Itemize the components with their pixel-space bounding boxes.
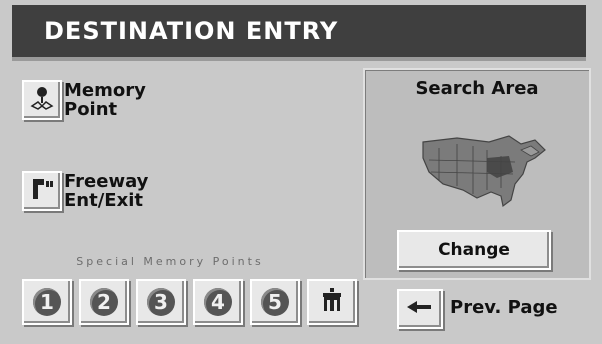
- freeway-ent-exit-button[interactable]: [22, 171, 62, 211]
- memory-point-label[interactable]: Memory Point: [64, 81, 146, 119]
- page-title: DESTINATION ENTRY: [44, 17, 339, 45]
- special-memory-points-label: Special Memory Points: [76, 255, 264, 268]
- home-button[interactable]: [307, 279, 357, 325]
- search-area-panel: Search Area Change: [363, 68, 591, 280]
- special-memory-point-5-button[interactable]: 5: [250, 279, 300, 325]
- number-4-icon: 4: [204, 288, 232, 316]
- special-memory-point-2-button[interactable]: 2: [79, 279, 129, 325]
- arrow-left-icon: [407, 299, 433, 319]
- number-3-icon: 3: [147, 288, 175, 316]
- number-5-icon: 5: [261, 288, 289, 316]
- number-1-icon: 1: [33, 288, 61, 316]
- title-bar: DESTINATION ENTRY: [12, 5, 586, 61]
- special-memory-point-4-button[interactable]: 4: [193, 279, 243, 325]
- special-memory-point-3-button[interactable]: 3: [136, 279, 186, 325]
- home-icon: [318, 286, 346, 318]
- north-america-map-icon: [417, 128, 549, 218]
- special-memory-point-1-button[interactable]: 1: [22, 279, 72, 325]
- destination-entry-screen: DESTINATION ENTRY Memory Point Freeway E…: [0, 0, 602, 344]
- freeway-ent-exit-label[interactable]: Freeway Ent/Exit: [64, 172, 148, 210]
- number-2-icon: 2: [90, 288, 118, 316]
- freeway-exit-icon: [28, 175, 56, 207]
- search-area-title: Search Area: [415, 78, 539, 99]
- prev-page-button[interactable]: [397, 289, 443, 329]
- prev-page-label[interactable]: Prev. Page: [450, 298, 558, 317]
- memory-pin-icon: [28, 84, 56, 116]
- change-button[interactable]: Change: [397, 230, 551, 270]
- memory-point-button[interactable]: [22, 80, 62, 120]
